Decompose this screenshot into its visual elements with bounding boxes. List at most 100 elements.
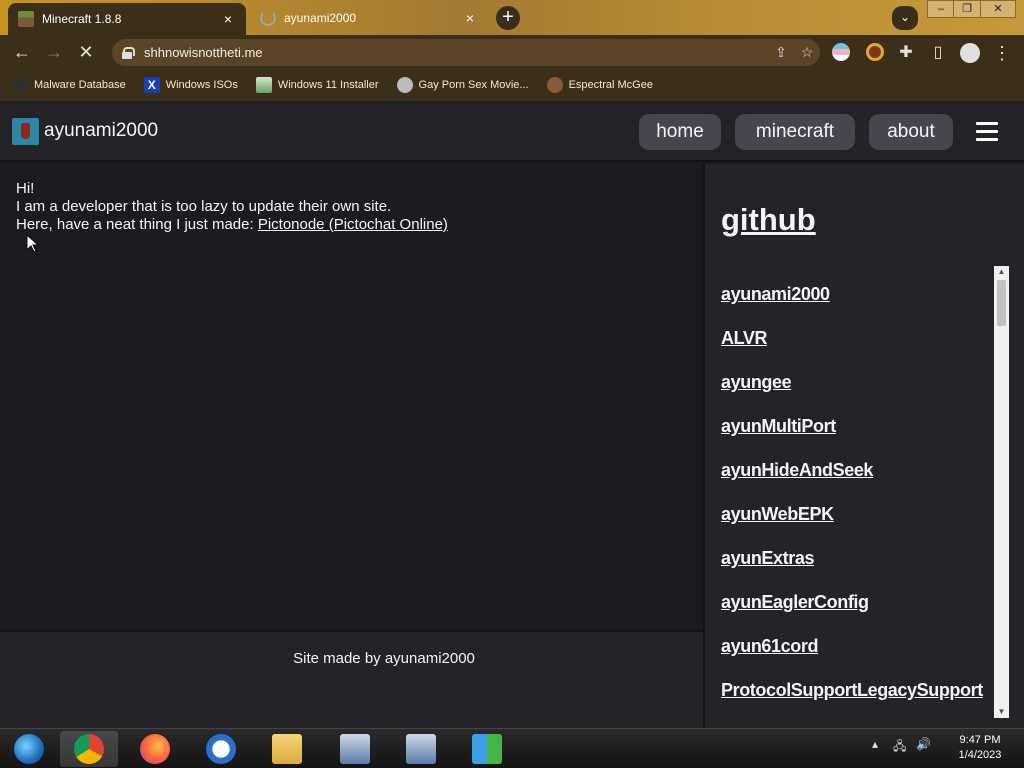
site-title[interactable]: ayunami2000: [44, 120, 158, 142]
share-icon[interactable]: ⇪: [768, 44, 794, 61]
close-icon: ✕: [78, 42, 94, 62]
repo-link[interactable]: ayungee: [721, 372, 991, 416]
loading-spinner-icon: [260, 10, 276, 26]
tab-title: ayunami2000: [284, 11, 357, 25]
tab-strip: Minecraft 1.8.8 × ayunami2000 × + ⌄ – ❐ …: [0, 0, 1024, 35]
site-logo-icon[interactable]: [12, 118, 39, 145]
taskbar-firefox[interactable]: [126, 731, 184, 767]
scroll-up-arrow-icon[interactable]: ▲: [994, 266, 1009, 278]
extensions-puzzle-icon[interactable]: ✚: [894, 41, 918, 65]
close-icon[interactable]: ×: [462, 10, 478, 26]
hamburger-menu-icon[interactable]: [976, 122, 998, 142]
close-window-button[interactable]: ✕: [980, 0, 1016, 18]
browser-toolbar: ← → ✕ shhnowisnottheti.me ⇪ ☆ ✚ ▯ ⋮: [0, 35, 1024, 69]
address-bar[interactable]: shhnowisnottheti.me ⇪ ☆: [112, 39, 820, 66]
intro-link-prefix: Here, have a neat thing I just made:: [16, 216, 258, 233]
show-hidden-icons-button[interactable]: ▴: [872, 737, 878, 751]
taskbar-chrome[interactable]: [60, 731, 118, 767]
pictonode-link[interactable]: Pictonode (Pictochat Online): [258, 216, 448, 233]
star-icon[interactable]: ☆: [794, 44, 820, 61]
nav-home-button[interactable]: home: [639, 114, 721, 150]
network-icon[interactable]: 🖧: [893, 737, 906, 758]
clock-time: 9:47 PM: [959, 734, 1001, 746]
lock-icon: [122, 46, 135, 59]
repo-link[interactable]: ayunExtras: [721, 548, 991, 592]
intro-greeting: Hi!: [16, 180, 35, 197]
maximize-button[interactable]: ❐: [953, 0, 981, 18]
new-tab-button[interactable]: +: [496, 6, 520, 30]
windows-start-icon: [14, 734, 44, 764]
taskbar-installer-1[interactable]: [326, 731, 384, 767]
bookmark-label: Malware Database: [34, 79, 126, 91]
x-logo-icon: X: [143, 77, 160, 93]
taskbar-opera[interactable]: [192, 731, 250, 767]
side-panel-icon[interactable]: ▯: [926, 41, 950, 65]
scrollbar-thumb[interactable]: [997, 280, 1006, 326]
main-content: Hi! I am a developer that is too lazy to…: [0, 164, 703, 628]
arrow-right-icon: →: [45, 42, 63, 62]
bookmark-site[interactable]: Gay Porn Sex Movie...: [396, 77, 529, 93]
repo-link[interactable]: ayunMultiPort: [721, 416, 991, 460]
sidebar-scrollbar[interactable]: ▲ ▼: [994, 266, 1009, 718]
repo-link[interactable]: ayunami2000: [721, 284, 991, 328]
clock-date: 1/4/2023: [958, 749, 1002, 761]
network-installer-icon: [406, 734, 436, 764]
nav-about-button[interactable]: about: [869, 114, 953, 150]
taskbar-file-explorer[interactable]: [258, 731, 316, 767]
intro-text: Hi! I am a developer that is too lazy to…: [16, 180, 448, 234]
bookmark-label: Gay Porn Sex Movie...: [418, 79, 529, 91]
avatar-icon: [546, 77, 563, 93]
repo-link[interactable]: ayunWebEPK: [721, 504, 991, 548]
tab-search-button[interactable]: ⌄: [892, 6, 918, 30]
intro-description: I am a developer that is too lazy to upd…: [16, 198, 392, 215]
repo-link[interactable]: ALVR: [721, 328, 991, 372]
footer-credit: Site made by ayunami2000: [293, 650, 475, 667]
taskbar: ▴ 🖧 🔊 9:47 PM 1/4/2023: [0, 728, 1024, 768]
stop-button[interactable]: ✕: [74, 40, 98, 64]
address-url[interactable]: shhnowisnottheti.me: [144, 45, 768, 60]
repo-link[interactable]: ayun61cord: [721, 636, 991, 680]
folder-icon: [272, 734, 302, 764]
profile-avatar-icon[interactable]: [960, 43, 980, 63]
taskbar-messenger[interactable]: [458, 731, 516, 767]
bookmark-label: Windows 11 Installer: [277, 79, 379, 91]
minimize-button[interactable]: –: [927, 0, 955, 18]
bookmark-label: Windows ISOs: [165, 79, 238, 91]
back-button[interactable]: ←: [10, 40, 34, 64]
repo-link[interactable]: ayunEaglerConfig: [721, 592, 991, 636]
minecraft-favicon-icon: [18, 11, 34, 27]
close-icon[interactable]: ×: [220, 11, 236, 27]
site-icon: [396, 77, 413, 93]
scroll-down-arrow-icon[interactable]: ▼: [994, 706, 1009, 718]
menu-kebab-icon[interactable]: ⋮: [990, 41, 1014, 65]
mouse-cursor-icon: [27, 235, 39, 253]
opera-icon: [206, 734, 236, 764]
image-icon: [255, 77, 272, 93]
arrow-left-icon: ←: [13, 42, 31, 62]
repo-list: ayunami2000 ALVR ayungee ayunMultiPort a…: [721, 284, 991, 724]
extension-flag-icon[interactable]: [832, 43, 850, 61]
extension-avatar-icon[interactable]: [866, 43, 884, 61]
volume-icon[interactable]: 🔊: [916, 737, 931, 751]
nav-minecraft-button[interactable]: minecraft: [735, 114, 855, 150]
firefox-icon: [140, 734, 170, 764]
site-header: ayunami2000 home minecraft about: [0, 102, 1024, 162]
bookmark-windows-isos[interactable]: X Windows ISOs: [143, 77, 238, 93]
github-heading-link[interactable]: github: [721, 202, 816, 238]
github-sidebar: github ayunami2000 ALVR ayungee ayunMult…: [703, 164, 1024, 728]
bug-icon: [12, 77, 28, 93]
tab-ayunami2000[interactable]: ayunami2000 ×: [250, 4, 488, 32]
chevron-down-icon: ⌄: [899, 10, 911, 24]
tab-minecraft[interactable]: Minecraft 1.8.8 ×: [8, 3, 246, 35]
bookmark-malware-database[interactable]: Malware Database: [12, 77, 126, 93]
repo-link[interactable]: ayunHideAndSeek: [721, 460, 991, 504]
system-clock[interactable]: 9:47 PM 1/4/2023: [940, 733, 1020, 763]
taskbar-installer-2[interactable]: [392, 731, 450, 767]
intro-link-line: Here, have a neat thing I just made: Pic…: [16, 216, 448, 234]
bookmark-windows-11-installer[interactable]: Windows 11 Installer: [255, 77, 379, 93]
start-button[interactable]: [0, 731, 58, 767]
forward-button[interactable]: →: [42, 40, 66, 64]
network-installer-icon: [340, 734, 370, 764]
bookmark-espectral-mcgee[interactable]: Espectral McGee: [546, 77, 653, 93]
repo-link[interactable]: ProtocolSupportLegacySupport: [721, 680, 991, 724]
